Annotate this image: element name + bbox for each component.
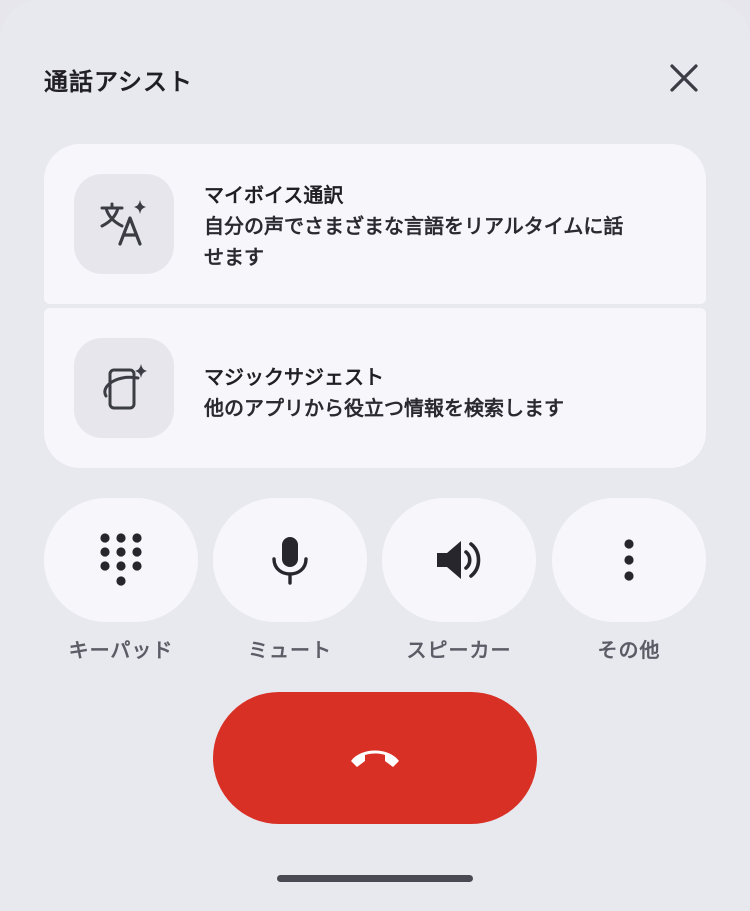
card-title: マイボイス通訳 [204,183,344,207]
more-label: その他 [597,638,661,662]
keypad-control: キーパッド [44,498,198,663]
mute-control: ミュート [213,498,367,663]
card-description: 自分の声でさまざまな言語をリアルタイムに話 [204,214,624,238]
speaker-button[interactable] [382,498,536,622]
microphone-icon [272,537,308,585]
keypad-button[interactable] [44,498,198,622]
assist-feature-list: マイボイス通訳 自分の声でさまざまな言語をリアルタイムに話 せます マジックサジ… [44,144,706,468]
more-control: その他 [552,498,706,663]
mute-button[interactable] [213,498,367,622]
card-description-continued: せます [204,245,264,269]
magic-suggest-card[interactable]: マジックサジェスト 他のアプリから役立つ情報を検索します [44,308,706,468]
translate-icon-container [74,174,174,274]
card-description: 他のアプリから役立つ情報を検索します [204,396,564,420]
speaker-icon [437,541,481,579]
magic-suggest-text: マジックサジェスト 他のアプリから役立つ情報を検索します [204,362,666,424]
voice-translate-text: マイボイス通訳 自分の声でさまざまな言語をリアルタイムに話 せます [204,180,666,273]
phone-sparkle-icon [103,364,147,410]
call-assist-sheet: 通話アシスト マイボイス通訳 自分の声でさまざまな言語をリアルタイムに話 せます… [0,0,750,911]
speaker-control: スピーカー [382,498,536,663]
translate-sparkle-icon [100,200,146,246]
mute-label: ミュート [248,638,332,662]
more-button[interactable] [552,498,706,622]
speaker-label: スピーカー [406,638,512,662]
close-icon [670,64,698,92]
card-title: マジックサジェスト [204,365,384,389]
page-title: 通話アシスト [44,68,194,96]
voice-translate-card[interactable]: マイボイス通訳 自分の声でさまざまな言語をリアルタイムに話 せます [44,144,706,304]
call-controls: キーパッド ミュート スピーカー その他 [44,498,706,668]
close-button[interactable] [660,54,708,102]
suggest-icon-container [74,338,174,438]
hang-up-icon [351,750,399,767]
more-vertical-icon [624,539,634,581]
keypad-label: キーパッド [68,638,174,662]
home-indicator[interactable] [277,875,473,882]
end-call-button[interactable] [213,692,537,824]
dialpad-icon [100,533,142,586]
